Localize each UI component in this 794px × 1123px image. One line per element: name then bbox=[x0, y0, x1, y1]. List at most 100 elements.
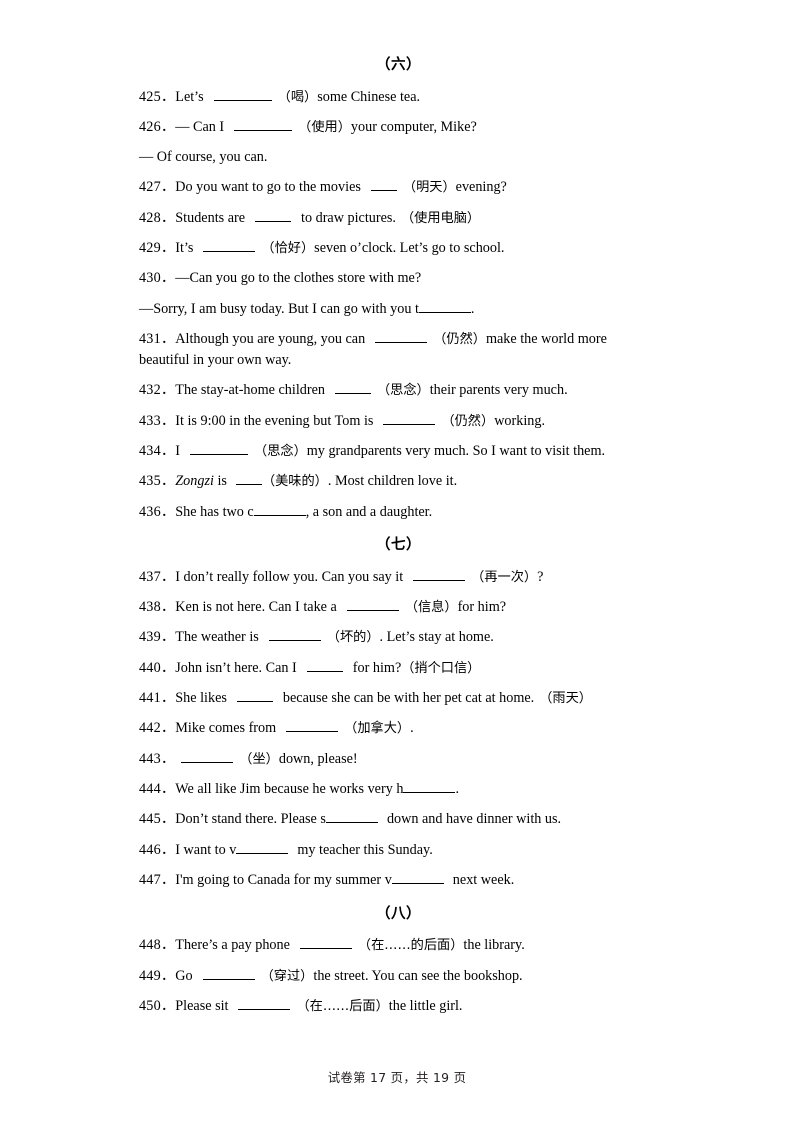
question-number: 431． bbox=[139, 331, 176, 348]
question-442: 442．Mike comes from （加拿大）. bbox=[139, 718, 658, 739]
question-number: 446． bbox=[139, 841, 176, 858]
question-441: 441．She likes because she can be with her… bbox=[139, 688, 658, 709]
answer-blank[interactable] bbox=[346, 598, 399, 612]
answer-blank[interactable] bbox=[418, 300, 471, 313]
question-text-tail: . bbox=[410, 720, 414, 737]
section-header-seven: （七） bbox=[376, 537, 421, 554]
question-text: Let’s bbox=[175, 88, 204, 105]
question-text: It is 9:00 in the evening but Tom is bbox=[175, 412, 374, 429]
chinese-hint: （喝） bbox=[277, 89, 318, 105]
question-text-tail: your computer, Mike? bbox=[350, 118, 477, 135]
question-text: Go bbox=[175, 967, 193, 984]
question-433: 433．It is 9:00 in the evening but Tom is… bbox=[139, 411, 658, 432]
question-number: 444． bbox=[139, 781, 176, 798]
answer-blank[interactable] bbox=[306, 659, 343, 672]
answer-blank[interactable] bbox=[190, 442, 249, 455]
question-text: Mike comes from bbox=[175, 720, 277, 737]
chinese-hint: （使用） bbox=[298, 119, 351, 135]
answer-blank[interactable] bbox=[253, 503, 306, 516]
answer-blank[interactable] bbox=[234, 118, 293, 131]
answer-blank[interactable] bbox=[268, 629, 321, 642]
question-447: 447．I'm going to Canada for my summer v n… bbox=[139, 870, 658, 891]
answer-blank[interactable] bbox=[181, 750, 234, 763]
answer-blank[interactable] bbox=[403, 780, 456, 794]
question-number: 428． bbox=[139, 209, 176, 226]
answer-blank[interactable] bbox=[235, 473, 262, 486]
question-number: 443． bbox=[139, 750, 176, 767]
page-footer: 试卷第 17 页，共 19 页 bbox=[327, 1070, 467, 1085]
question-text-tail: . Let’s stay at home. bbox=[379, 629, 494, 646]
question-text-tail: for him? bbox=[352, 659, 402, 676]
question-text-wrap: your own way. bbox=[207, 351, 292, 368]
question-440: 440．John isn’t here. Can I for him?（捎个口信） bbox=[139, 658, 658, 679]
question-435: 435．Zongzi is （美味的）. Most children love i… bbox=[139, 471, 658, 492]
response-text: —Sorry, I am busy today. But I can go wi… bbox=[139, 300, 419, 317]
question-text-tail: for him? bbox=[457, 599, 507, 616]
question-number: 426． bbox=[139, 118, 176, 135]
question-number: 450． bbox=[139, 997, 176, 1014]
question-439: 439．The weather is （坏的）. Let’s stay at ho… bbox=[139, 627, 658, 648]
response-text-tail: . bbox=[470, 300, 475, 317]
chinese-hint: （美味的） bbox=[261, 474, 328, 490]
question-432: 432．The stay-at-home children （思念）their p… bbox=[139, 380, 658, 401]
question-436: 436．She has two c , a son and a daughter. bbox=[139, 502, 658, 523]
answer-blank[interactable] bbox=[213, 88, 272, 101]
answer-blank[interactable] bbox=[286, 720, 339, 733]
answer-blank[interactable] bbox=[391, 871, 444, 885]
answer-blank[interactable] bbox=[325, 811, 378, 824]
answer-blank[interactable] bbox=[255, 209, 292, 222]
question-number: 430． bbox=[139, 270, 176, 287]
question-text: I bbox=[175, 442, 181, 459]
chinese-hint: （思念） bbox=[254, 443, 307, 459]
question-443: 443． （坐）down, please! bbox=[139, 749, 658, 770]
question-text: We all like Jim because he works very h bbox=[175, 781, 404, 798]
answer-blank[interactable] bbox=[236, 841, 289, 854]
response-text: — Of course, you can. bbox=[139, 149, 268, 166]
question-text-tail: my grandparents very much. So I want to … bbox=[306, 442, 606, 459]
question-number: 439． bbox=[139, 629, 176, 646]
question-text: The stay-at-home children bbox=[175, 382, 325, 399]
chinese-hint: （在……后面） bbox=[296, 998, 389, 1014]
answer-blank[interactable] bbox=[334, 382, 371, 395]
chinese-hint: （明天） bbox=[402, 180, 456, 196]
question-number: 425． bbox=[139, 88, 176, 105]
question-text-tail: seven o’clock. Let’s go to school. bbox=[314, 240, 505, 257]
question-444: 444．We all like Jim because he works ver… bbox=[139, 779, 658, 800]
question-number: 435． bbox=[139, 473, 176, 490]
question-text: There’s a pay phone bbox=[175, 937, 290, 954]
answer-blank[interactable] bbox=[413, 568, 466, 581]
question-text-tail: , a son and a daughter. bbox=[305, 503, 433, 520]
question-text-tail: the little girl. bbox=[388, 997, 463, 1014]
question-text: Ken is not here. Can I take a bbox=[175, 599, 337, 616]
question-text: is bbox=[217, 473, 227, 490]
question-446: 446．I want to v my teacher this Sunday. bbox=[139, 840, 658, 861]
chinese-hint: （坏的） bbox=[326, 630, 380, 646]
chinese-hint: （捎个口信） bbox=[401, 660, 481, 676]
question-text: It’s bbox=[175, 240, 194, 257]
chinese-hint: （思念） bbox=[376, 383, 430, 399]
question-text: I'm going to Canada for my summer v bbox=[175, 872, 392, 889]
question-425: 425．Let’s （喝）some Chinese tea. bbox=[139, 87, 658, 108]
question-number: 438． bbox=[139, 599, 176, 616]
chinese-hint: （信息） bbox=[404, 600, 458, 616]
answer-blank[interactable] bbox=[203, 240, 256, 253]
answer-blank[interactable] bbox=[370, 179, 397, 192]
answer-blank[interactable] bbox=[383, 412, 436, 425]
answer-blank[interactable] bbox=[299, 937, 352, 950]
question-text-tail: their parents very much. bbox=[429, 382, 568, 399]
section-header-eight: （八） bbox=[376, 905, 421, 922]
question-429: 429．It’s （恰好）seven o’clock. Let’s go to s… bbox=[139, 238, 658, 259]
answer-blank[interactable] bbox=[202, 967, 255, 980]
answer-blank[interactable] bbox=[236, 689, 273, 703]
answer-blank[interactable] bbox=[238, 997, 291, 1010]
question-number: 442． bbox=[139, 720, 176, 737]
question-number: 449． bbox=[139, 967, 176, 984]
answer-blank[interactable] bbox=[375, 330, 428, 344]
question-427: 427．Do you want to go to the movies （明天）e… bbox=[139, 177, 658, 198]
question-text-tail: because she can be with her pet cat at h… bbox=[282, 690, 535, 707]
question-text: I want to v bbox=[175, 841, 237, 858]
chinese-hint: （坐） bbox=[239, 751, 279, 767]
exam-page: （六） 425．Let’s （喝）some Chinese tea. 426．— … bbox=[0, 0, 794, 1123]
italic-term: Zongzi bbox=[175, 473, 214, 490]
section-header-six: （六） bbox=[376, 57, 421, 73]
